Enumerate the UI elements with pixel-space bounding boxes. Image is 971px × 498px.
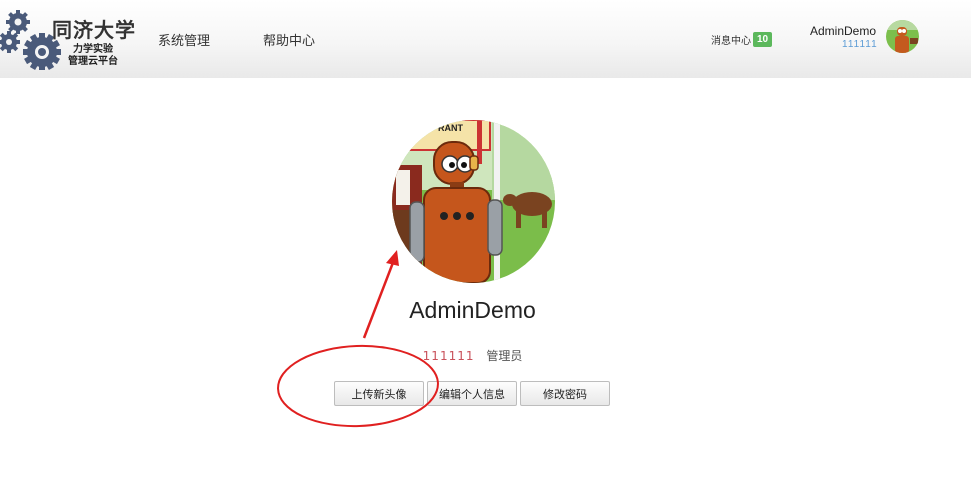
site-logo[interactable]: 同济大学 力学实验 管理云平台 xyxy=(0,6,135,72)
change-password-button[interactable]: 修改密码 xyxy=(520,381,610,406)
logo-subtitle-line2: 管理云平台 xyxy=(68,56,118,67)
profile-meta: 111111 管理员 xyxy=(0,347,945,364)
upload-avatar-button[interactable]: 上传新头像 xyxy=(334,381,424,406)
header-user-name[interactable]: AdminDemo xyxy=(810,24,876,38)
profile-role: 管理员 xyxy=(486,349,523,363)
header-user-id: 111111 xyxy=(842,39,878,50)
header-avatar[interactable] xyxy=(886,20,919,53)
top-header: 同济大学 力学实验 管理云平台 系统管理 帮助中心 消息中心 10 AdminD… xyxy=(0,0,971,78)
svg-text:RANT: RANT xyxy=(438,123,463,133)
message-count-badge[interactable]: 10 xyxy=(753,32,773,47)
nav-help-center[interactable]: 帮助中心 xyxy=(263,30,315,49)
edit-profile-button[interactable]: 编辑个人信息 xyxy=(427,381,517,406)
message-center-link[interactable]: 消息中心 xyxy=(711,32,751,47)
robot-avatar-icon: RANT xyxy=(392,120,555,283)
annotation-arrow-head xyxy=(386,250,399,266)
logo-title: 同济大学 xyxy=(52,18,136,42)
robot-avatar-thumbnail-icon xyxy=(886,20,919,53)
nav-system-management[interactable]: 系统管理 xyxy=(158,30,210,49)
profile-name: AdminDemo xyxy=(409,297,536,323)
profile-avatar[interactable]: RANT xyxy=(392,120,555,283)
profile-id: 111111 xyxy=(422,349,475,363)
